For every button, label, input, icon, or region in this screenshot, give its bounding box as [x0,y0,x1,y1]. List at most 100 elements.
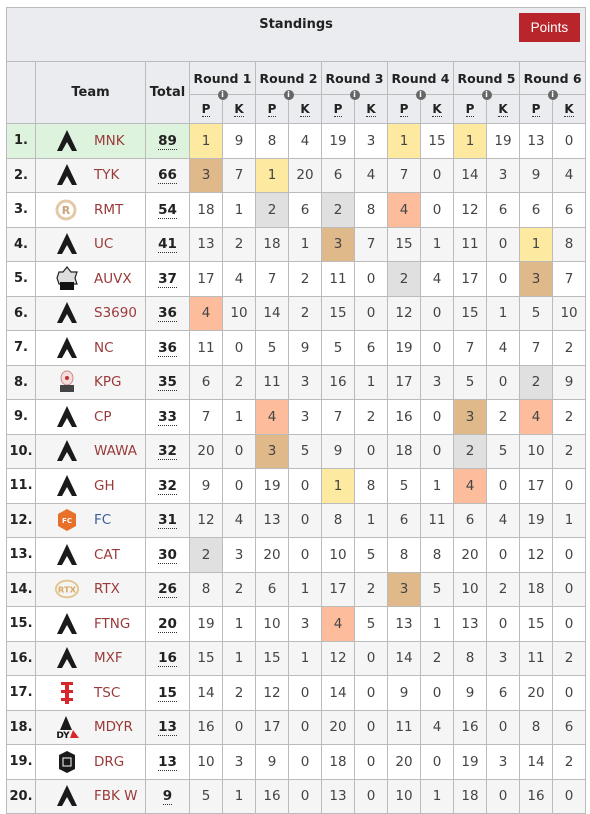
placement-cell: 2 [321,192,355,228]
placement-cell: 11 [255,364,289,400]
rank-cell: 16. [6,640,36,676]
placement-cell: 1 [255,157,289,193]
fc-logo: FC [54,507,80,533]
info-icon[interactable]: i [547,90,558,100]
placement-cell: 20 [189,433,223,469]
placement-cell: 10 [321,537,355,573]
total-cell: 13 [145,709,190,745]
team-name-link[interactable]: MNK [94,133,125,149]
kills-header-round-2: K [288,94,322,124]
team-name-link[interactable]: RTX [94,581,120,597]
kpg-logo [54,369,80,395]
apex-logo [54,645,80,671]
placement-cell: 19 [387,330,421,366]
kills-cell: 3 [486,744,520,780]
apex-logo [54,438,80,464]
placement-cell: 5 [321,330,355,366]
info-icon[interactable]: i [217,90,228,100]
placement-cell: 4 [387,192,421,228]
team-name-link[interactable]: MDYR [94,719,133,735]
total-points: 36 [158,305,177,323]
team-cell: NC [35,330,146,366]
kills-cell: 10 [222,295,256,331]
rank-cell: 20. [6,778,36,814]
table-title-cell: Standings Points [5,7,587,62]
team-name-link[interactable]: KPG [94,374,121,390]
kills-cell: 0 [288,709,322,745]
placement-abbr: P [465,102,475,117]
total-cell: 13 [145,744,190,780]
placement-cell: 20 [453,537,487,573]
apex-logo [54,335,80,361]
placement-cell: 16 [255,778,289,814]
kills-cell: 20 [288,157,322,193]
table-row: 10. WAWA 32 20 0 3 5 9 0 18 0 2 5 10 2 [6,433,587,469]
placement-cell: 1 [321,468,355,504]
placement-cell: 1 [387,123,421,159]
kills-cell: 0 [486,261,520,297]
svg-text:R: R [62,204,71,217]
team-name-link[interactable]: DRG [94,754,124,770]
rank-cell: 15. [6,606,36,642]
kills-cell: 0 [551,606,587,642]
placement-cell: 11 [321,261,355,297]
kills-cell: 9 [288,330,322,366]
kills-cell: 8 [551,226,587,262]
kills-cell: 0 [288,502,322,538]
info-icon[interactable]: i [349,90,360,100]
kills-cell: 0 [420,433,454,469]
info-icon[interactable]: i [283,90,294,100]
kills-cell: 7 [354,226,388,262]
team-name-link[interactable]: AUVX [94,271,132,287]
team-name-link[interactable]: WAWA [94,443,137,459]
kills-cell: 2 [222,226,256,262]
info-icon[interactable]: i [415,90,426,100]
team-cell: MNK [35,123,146,159]
drg-logo [54,749,80,775]
table-row: 2. TYK 66 3 7 1 20 6 4 7 0 14 3 9 4 [6,157,587,193]
team-name-link[interactable]: NC [94,340,114,356]
kills-cell: 2 [551,330,587,366]
team-name-link[interactable]: TYK [94,167,119,183]
team-name-link[interactable]: S3690 [94,305,137,321]
team-cell: R RMT [35,192,146,228]
placement-cell: 8 [321,502,355,538]
placement-cell: 19 [321,123,355,159]
kills-cell: 3 [288,606,322,642]
placement-cell: 16 [321,364,355,400]
table-row: 11. GH 32 9 0 19 0 1 8 5 1 4 0 17 0 [6,468,587,504]
team-name-link[interactable]: FTNG [94,616,130,632]
placement-cell: 15 [387,226,421,262]
team-name-link[interactable]: CAT [94,547,120,563]
team-name-link[interactable]: MXF [94,650,123,666]
team-name-link[interactable]: UC [94,236,113,252]
placement-cell: 17 [387,364,421,400]
team-name-link[interactable]: TSC [94,685,120,701]
kills-cell: 0 [420,192,454,228]
placement-cell: 5 [387,468,421,504]
table-row: 6. S3690 36 4 10 14 2 15 0 12 0 15 1 5 10 [6,295,587,331]
info-icon[interactable]: i [481,90,492,100]
points-button[interactable]: Points [518,13,581,42]
apex-logo [54,542,80,568]
kills-abbr: K [432,102,442,117]
table-row: 19. DRG 13 10 3 9 0 18 0 20 0 19 3 14 2 [6,744,587,780]
apex-logo [54,162,80,188]
svg-text:DY: DY [56,731,70,740]
total-cell: 20 [145,606,190,642]
placement-cell: 17 [189,261,223,297]
placement-cell: 10 [387,778,421,814]
team-name-link[interactable]: RMT [94,202,123,218]
placement-cell: 3 [519,261,553,297]
kills-cell: 1 [486,295,520,331]
kills-cell: 3 [222,744,256,780]
team-name-link[interactable]: FBK W [94,788,138,804]
kills-cell: 5 [354,537,388,573]
kills-cell: 1 [288,226,322,262]
team-name-link[interactable]: FC [94,512,111,528]
kills-abbr: K [564,102,574,117]
team-name-link[interactable]: CP [94,409,112,425]
kills-cell: 0 [551,675,587,711]
placement-cell: 3 [255,433,289,469]
team-name-link[interactable]: GH [94,478,115,494]
